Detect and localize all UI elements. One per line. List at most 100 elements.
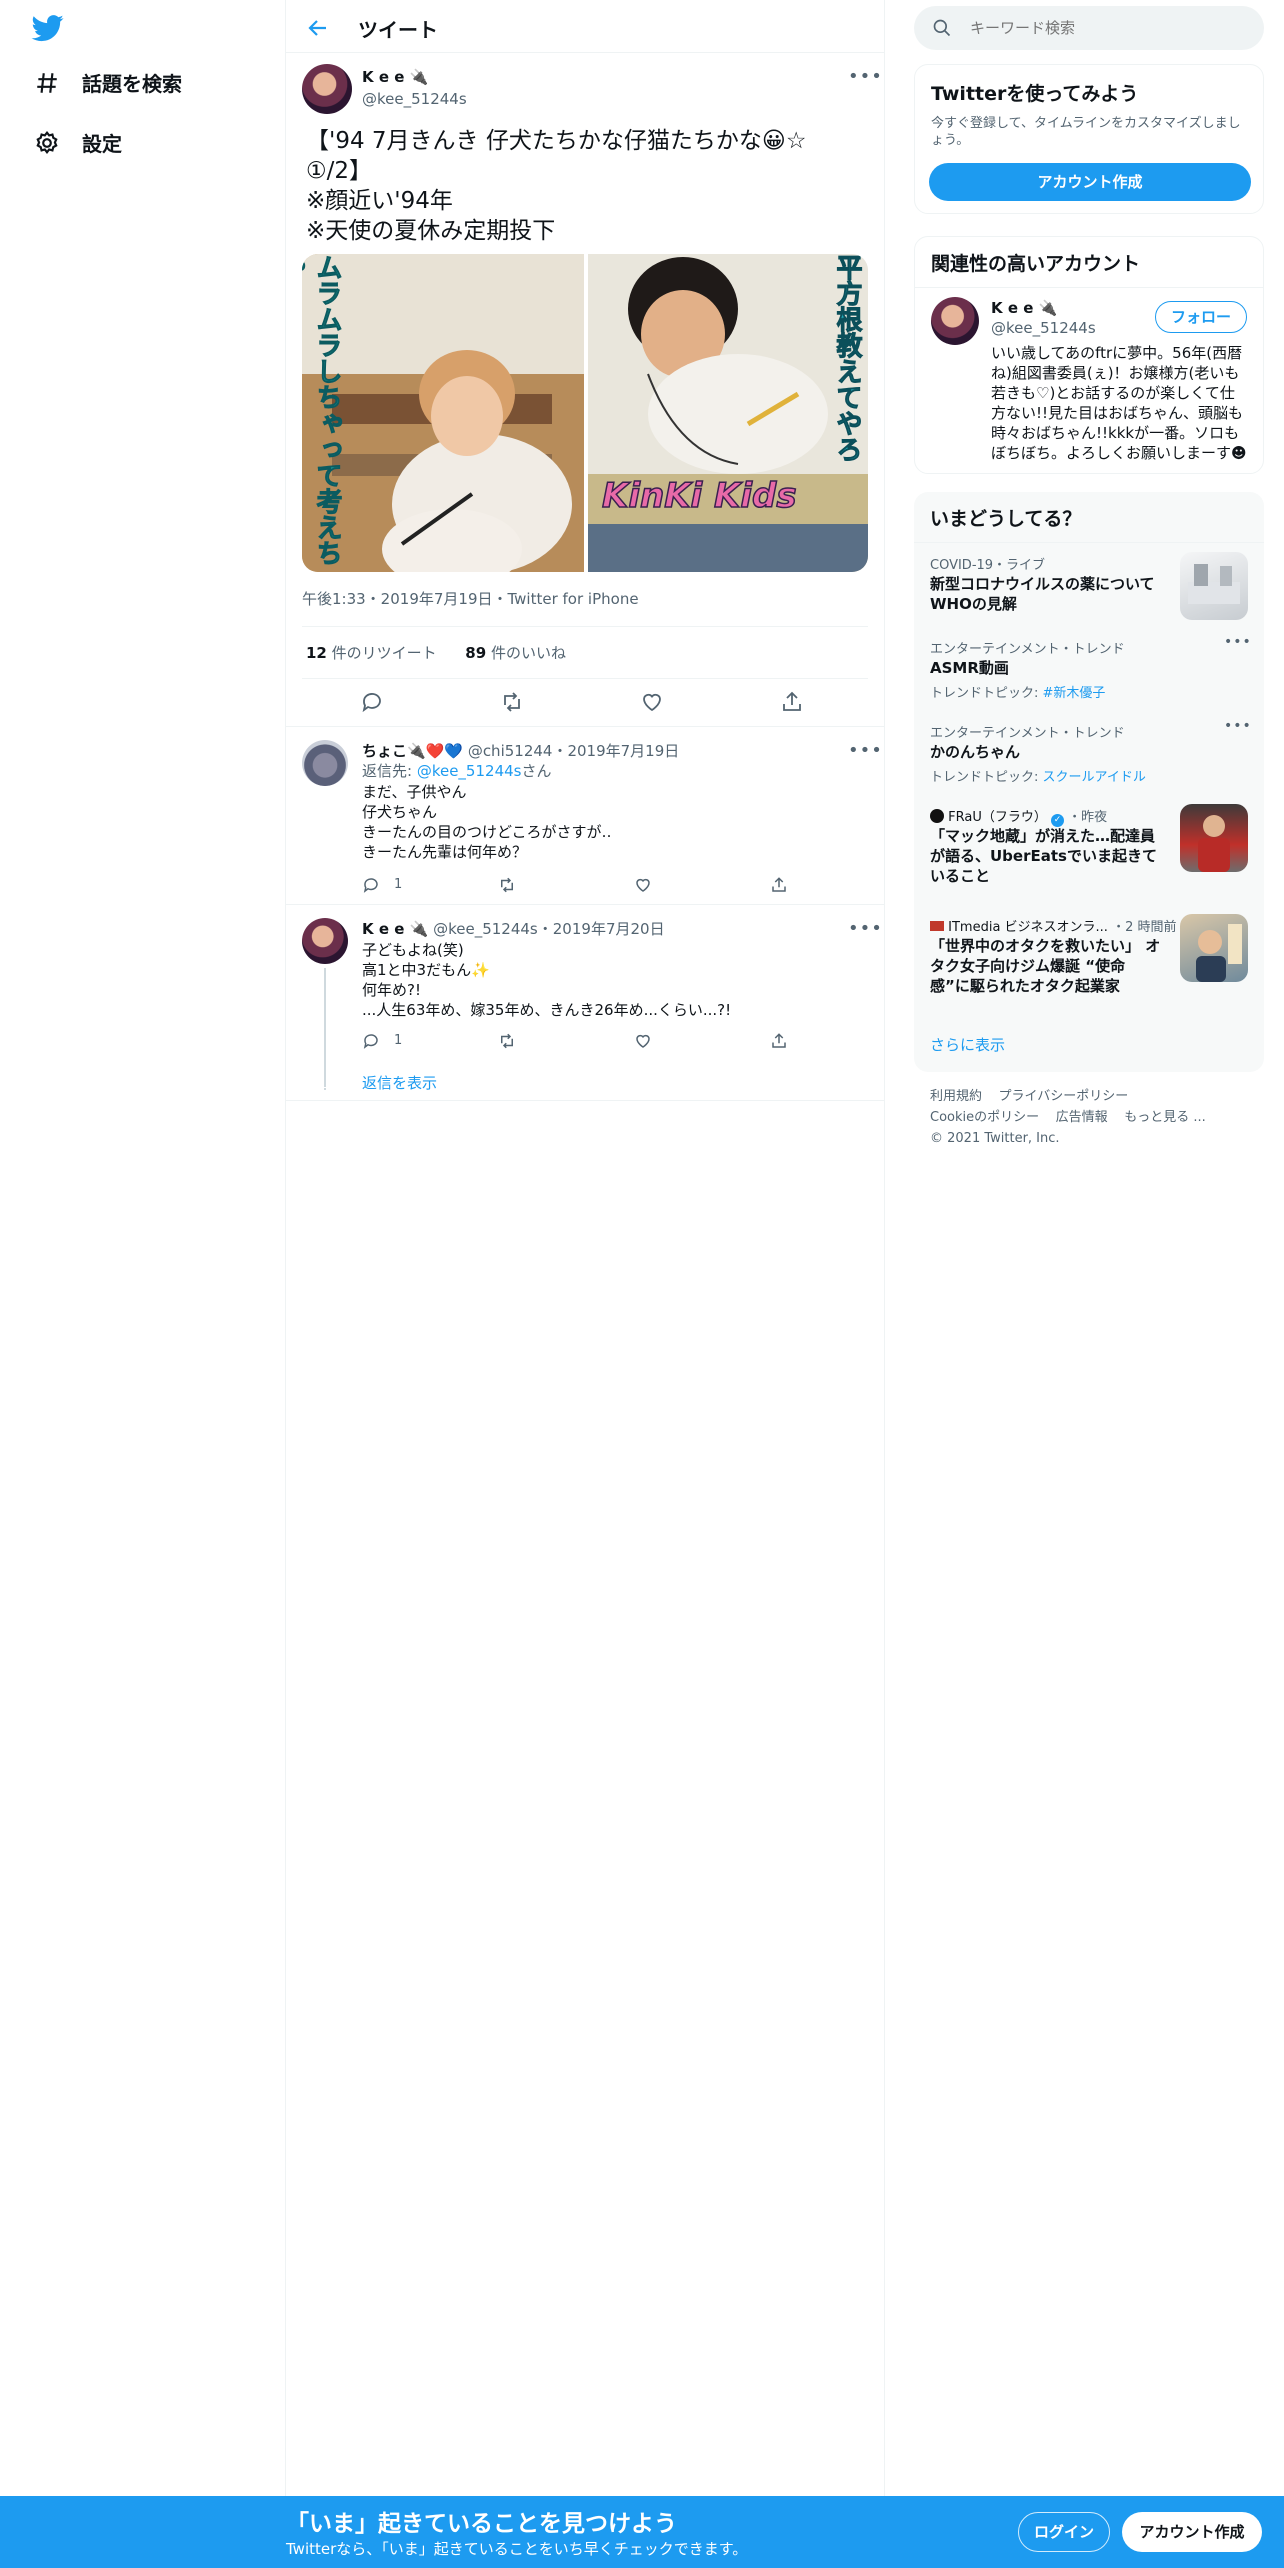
trend-title: ASMR動画 [930,659,1009,677]
trend-title: 「マック地蔵」が消えた…配達員が語る、UberEatsでいま起きていること [930,827,1157,885]
nav-explore-label: 話題を検索 [82,72,182,96]
retweet-stat[interactable]: 12 件のリツイート [306,644,437,662]
retweet-icon[interactable] [500,690,524,714]
bio-line: 若きも♡)とお話するのが楽しくて仕 [991,384,1235,402]
trend-thumbnail [1180,914,1248,982]
trend-thumbnail [1180,804,1248,872]
divider [286,1100,884,1101]
trend-thumbnail [1180,552,1248,620]
reply-icon[interactable] [362,1032,380,1050]
tweet-author-name[interactable]: K e e 🔌 [362,68,428,86]
signup-title: Twitterを使ってみよう [931,83,1139,105]
divider [286,726,884,727]
source-logo-icon [930,809,944,823]
related-handle[interactable]: @kee_51244s [991,319,1096,337]
bottom-signup-bar: 「いま」起きていることを見つけよう Twitterなら、「いま」起きていることを… [0,2496,1284,2568]
trend-category: エンターテインメント・トレンド [930,726,1125,741]
tweet-photo-left[interactable]: ムラムラしちゃって考えちゃう [302,254,584,572]
trend-sub-link[interactable]: #新木優子 [1043,686,1106,701]
reply-author-handle[interactable]: @chi51244 [468,742,553,760]
avatar[interactable] [931,297,979,345]
related-bio: いい歳してあのftrに夢中。56年(西暦 ね)組図書委員(ぇ)！お嬢様方(老いも… [991,343,1259,463]
footer-link[interactable]: 利用規約 [930,1089,982,1104]
trend-item[interactable]: ITmedia ビジネスオンラ... ・2 時間前 「世界中のオタクを救いたい」… [914,908,1264,1018]
create-account-button[interactable]: アカウント作成 [929,163,1251,201]
reply-author-name[interactable]: K e e 🔌 [362,920,428,938]
footer-link[interactable]: もっと見る ... [1124,1110,1206,1125]
reply-date[interactable]: ・2019年7月19日 [552,742,679,760]
back-arrow-icon[interactable] [306,16,330,40]
reply-author-name[interactable]: ちょこ🔌❤️💙 [362,742,463,760]
retweet-icon[interactable] [498,876,516,894]
trend-category: エンターテインメント・トレンド [930,642,1125,657]
signup-button[interactable]: アカウント作成 [1122,2512,1262,2552]
reply-count: 1 [394,1033,403,1048]
reply-author-handle[interactable]: @kee_51244s [433,920,538,938]
trend-item[interactable]: FRaU（フラウ） ✓ ・昨夜 「マック地蔵」が消えた…配達員が語る、UberE… [914,798,1264,908]
follow-button[interactable]: フォロー [1155,301,1247,333]
avatar[interactable] [302,64,352,114]
search-input[interactable] [970,6,1250,50]
trend-time: ・昨夜 [1068,810,1108,825]
reply-text-line: きーたん先輩は何年め？ [362,843,528,861]
related-accounts-card: 関連性の高いアカウント K e e 🔌 @kee_51244s フォロー いい歳… [914,236,1264,474]
share-icon[interactable] [780,690,804,714]
nav-settings[interactable]: 設定 [34,128,122,157]
share-icon[interactable] [770,876,788,894]
more-icon[interactable]: ••• [1224,718,1252,734]
footer-link[interactable]: プライバシーポリシー [999,1089,1129,1104]
tweet-timestamp[interactable]: 午後1:33・2019年7月19日・Twitter for iPhone [302,588,639,609]
like-stat[interactable]: 89 件のいいね [465,644,566,662]
more-icon[interactable]: ••• [848,918,883,939]
reply-icon[interactable] [362,876,380,894]
hashtag-icon [37,72,57,93]
related-name[interactable]: K e e 🔌 [991,299,1057,317]
twitter-logo-icon[interactable] [30,12,66,44]
reply-date[interactable]: ・2019年7月20日 [538,920,665,938]
like-icon[interactable] [634,1032,652,1050]
avatar[interactable] [302,918,348,964]
like-icon[interactable] [640,690,664,714]
retweet-icon[interactable] [498,1032,516,1050]
trend-item[interactable]: エンターテインメント・トレンド ••• ASMR動画 トレンドトピック: #新木… [914,630,1264,714]
reply-to-label: 返信先: [362,762,417,780]
show-replies-link[interactable]: 返信を表示 [362,1072,437,1093]
reply-text: 子どもよね(笑) 高1と中3だもん✨ 何年め?! ...人生63年め、嫁35年め… [362,940,731,1020]
trend-sub-link[interactable]: スクールアイドル [1043,770,1146,785]
photo-caption-right: 平方根教えてやろ [832,254,863,463]
share-icon[interactable] [770,1032,788,1050]
search-box[interactable] [914,6,1264,50]
like-icon[interactable] [634,876,652,894]
photo-caption-left: ムラムラしちゃって考えちゃう [302,254,343,567]
trend-title: 「世界中のオタクを救いたい」 オタク女子向けジム爆誕 “使命感”に駆られたオタク… [930,937,1161,995]
source-logo-icon [930,921,944,931]
trend-item[interactable]: COVID-19・ライブ 新型コロナウイルスの薬について WHOの見解 [914,546,1264,630]
like-count: 89 [465,644,487,662]
reply-count: 1 [394,877,403,892]
divider [286,52,884,53]
tweet-photo-right[interactable]: 平方根教えてやろ KinKi Kids [588,254,868,572]
trend-item[interactable]: エンターテインメント・トレンド ••• かのんちゃん トレンドトピック: スクー… [914,714,1264,798]
trend-sub-label: トレンドトピック: [930,686,1043,701]
reply-text-line: ...人生63年め、嫁35年め、きんき26年め...くらい...?! [362,1001,732,1019]
footer-link[interactable]: Cookieのポリシー [930,1110,1039,1125]
avatar[interactable] [302,740,348,786]
reply-text-line: 何年め?! [362,981,421,999]
nav-explore[interactable]: 話題を検索 [34,68,182,97]
show-more-link[interactable]: さらに表示 [930,1034,1005,1055]
left-nav: 話題を検索 設定 [0,0,286,2568]
trend-category: COVID-19・ライブ [930,558,1046,573]
reply-to-link[interactable]: @kee_51244s [417,762,522,780]
bio-line: 方ない!!見た目はおばちゃん、頭脳も [991,404,1244,422]
reply-icon[interactable] [360,690,384,714]
more-icon[interactable]: ••• [848,740,883,761]
footer-link[interactable]: 広告情報 [1056,1110,1108,1125]
more-icon[interactable]: ••• [848,66,883,87]
signup-card: Twitterを使ってみよう 今すぐ登録して、タイムラインをカスタマイズしましょ… [914,64,1264,214]
bottom-subtext: Twitterなら、「いま」起きていることをいち早くチェックできます。 [286,2540,748,2558]
gear-icon [36,130,58,154]
reply-text-line: 仔犬ちゃん [362,803,438,821]
more-icon[interactable]: ••• [1224,634,1252,650]
tweet-author-handle[interactable]: @kee_51244s [362,90,467,108]
login-button[interactable]: ログイン [1018,2512,1110,2552]
